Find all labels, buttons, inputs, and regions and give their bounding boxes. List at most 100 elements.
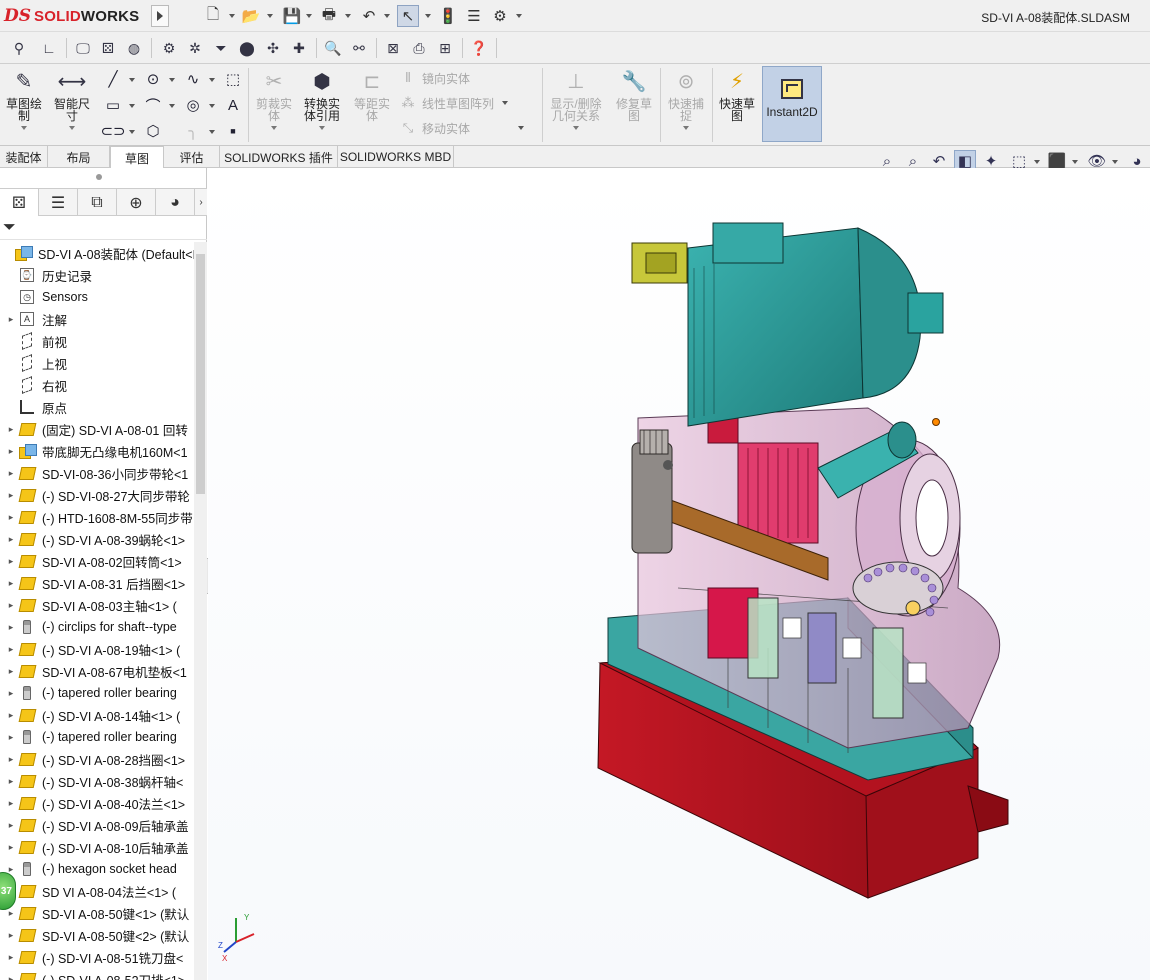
more-tabs-icon[interactable]: › [195, 189, 207, 216]
tree-item[interactable]: ▸ (-) circlips for shaft--type [0, 616, 194, 638]
trim-button[interactable]: ✂ 剪裁实体 [252, 68, 296, 144]
expand-arrow-icon[interactable]: ▸ [4, 820, 18, 831]
hide-show-dropdown-icon[interactable] [1112, 160, 1118, 164]
quick-snaps-dropdown-icon[interactable] [683, 126, 689, 130]
open-dropdown-icon[interactable] [267, 14, 273, 18]
select-dropdown-icon[interactable] [425, 14, 431, 18]
tree-item[interactable]: ▸ SD-VI A-08-31 后挡圈<1> [0, 572, 194, 594]
tree-item[interactable]: ▸ (固定) SD-VI A-08-01 回转 [0, 418, 194, 440]
smart-dimension-button[interactable]: ⟷ 智能尺寸 [48, 68, 96, 144]
spline-dropdown-icon[interactable] [209, 78, 215, 82]
dimxpert-tab-icon[interactable]: ⊕ [117, 189, 156, 216]
tree-item[interactable]: ▸ (-) SD-VI-08-27大同步带轮 [0, 484, 194, 506]
line-icon[interactable]: ╱ [102, 68, 124, 90]
tab-layout[interactable]: 布局 [48, 146, 110, 168]
tree-item[interactable]: ▸ SD-VI A-08-03主轴<1> ( [0, 594, 194, 616]
bearing-block-3[interactable] [872, 627, 904, 719]
sensor-bracket-inner[interactable] [645, 252, 677, 274]
slot-dropdown-icon[interactable] [129, 130, 135, 134]
tree-item[interactable]: ▸ (-) SD-VI A-08-40法兰<1> [0, 792, 194, 814]
sketch-dropdown-icon[interactable] [21, 126, 27, 130]
tree-item[interactable]: ▸ A 注解 [0, 308, 194, 330]
display-style-dropdown-icon[interactable] [1072, 160, 1078, 164]
tree-item[interactable]: ▸ (-) tapered roller bearing [0, 726, 194, 748]
fillet-dropdown-icon[interactable] [209, 130, 215, 134]
motor-terminal-box[interactable] [712, 222, 784, 264]
funnel-icon[interactable]: ⏷ [210, 37, 232, 59]
display-icon[interactable]: 🖵 [72, 37, 94, 59]
new-document-icon[interactable]: 🗋 [202, 5, 224, 27]
slot-icon[interactable]: ⊂⊃ [100, 120, 125, 142]
tree-item[interactable]: ▸ SD-VI A-08-50键<2> (默认 [0, 924, 194, 946]
tree-item[interactable]: ▸ (-) SD-VI A-08-19轴<1> ( [0, 638, 194, 660]
filter-funnel-icon[interactable]: ⏷ [3, 219, 16, 237]
tree-item[interactable]: ▸ (-) SD-VI A-08-14轴<1> ( [0, 704, 194, 726]
arc-dropdown-icon[interactable] [169, 104, 175, 108]
tree-item[interactable]: ▸ 带底脚无凸缘电机160M<1 [0, 440, 194, 462]
expand-arrow-icon[interactable]: ▸ [4, 776, 18, 787]
panel-grip-icon[interactable] [96, 174, 102, 180]
binoculars-icon[interactable]: ⚯ [348, 37, 370, 59]
tree-item[interactable]: 前视 [0, 330, 194, 352]
cutter-center-hole[interactable] [905, 600, 921, 616]
tree-item[interactable]: ▸ (-) tapered roller bearing [0, 682, 194, 704]
tree-item[interactable]: ▸ (-) SD-VI A-08-10后轴承盖 [0, 836, 194, 858]
tab-solidworks-addins[interactable]: SOLIDWORKS 插件 [220, 146, 338, 168]
tree-item[interactable]: ▸ (-) HTD-1608-8M-55同步带 [0, 506, 194, 528]
tab-sketch[interactable]: 草图 [110, 146, 164, 169]
save-icon[interactable]: 💾 [281, 5, 303, 27]
quick-snaps-button[interactable]: ⊚ 快速捕捉 [664, 68, 708, 144]
repair-sketch-button[interactable]: 🔧 修复草图 [612, 68, 656, 144]
pulley-flange[interactable] [631, 442, 673, 554]
expand-arrow-icon[interactable]: ▸ [4, 644, 18, 655]
bearing-block-2[interactable] [807, 612, 837, 684]
drum-flange-hole[interactable] [915, 479, 949, 557]
tree-item[interactable]: SD-VI A-08装配体 (Default<D [0, 242, 194, 264]
expand-arrow-icon[interactable]: ▸ [4, 600, 18, 611]
save-dropdown-icon[interactable] [306, 14, 312, 18]
rapid-sketch-button[interactable]: ⚡ 快速草图 [715, 68, 759, 144]
gear-part-icon[interactable]: ✲ [184, 37, 206, 59]
mirror-entities-button[interactable]: ⫴ 镜向实体 [398, 68, 470, 88]
expand-arrow-icon[interactable]: ▸ [4, 930, 18, 941]
tree-scrollbar-thumb[interactable] [196, 254, 205, 494]
sketch-button[interactable]: ✎ 草图绘制 [2, 68, 46, 144]
screenshot-icon[interactable]: ⊞ [434, 37, 456, 59]
bearing-block-1[interactable] [747, 597, 779, 679]
help-book-icon[interactable]: ❓ [468, 37, 490, 59]
expand-arrow-icon[interactable]: ▸ [4, 468, 18, 479]
tree-item[interactable]: ▸ (-) SD-VI A-08-38蜗杆轴< [0, 770, 194, 792]
options-dropdown-icon[interactable] [516, 14, 522, 18]
expand-arrow-icon[interactable]: ▸ [4, 512, 18, 523]
move-entities-button[interactable]: ⤡ 移动实体 [398, 118, 525, 138]
expand-arrow-icon[interactable]: ▸ [4, 666, 18, 677]
mate-icon[interactable]: ⚲ [8, 37, 30, 59]
smart-dimension-dropdown-icon[interactable] [69, 126, 75, 130]
tree-scrollbar[interactable] [194, 242, 207, 980]
measure-icon[interactable]: ✣ [262, 37, 284, 59]
tree-item[interactable]: ▸ (-) SD-VI A-08-28挡圈<1> [0, 748, 194, 770]
tree-item[interactable]: ▸ (-) SD-VI A-08-51铣刀盘< [0, 946, 194, 968]
location-pin-icon[interactable]: ⬤ [236, 37, 258, 59]
text-icon[interactable]: A [222, 94, 244, 116]
print-icon[interactable]: 🖶 [318, 5, 340, 27]
expand-arrow-icon[interactable]: ▸ [4, 798, 18, 809]
expand-arrow-icon[interactable]: ▸ [4, 534, 18, 545]
ellipse-icon[interactable]: ◎ [182, 94, 204, 116]
tree-item[interactable]: 右视 [0, 374, 194, 396]
graphics-area[interactable] [208, 168, 1150, 980]
instant2d-button[interactable]: Instant2D [762, 66, 822, 142]
expand-arrow-icon[interactable]: ▸ [4, 754, 18, 765]
open-folder-icon[interactable]: 📂 [240, 5, 262, 27]
assembly-model[interactable] [208, 168, 1150, 980]
expand-arrow-icon[interactable]: ▸ [4, 424, 18, 435]
options-gear-icon[interactable]: ⚙ [489, 5, 511, 27]
expand-arrow-icon[interactable]: ▸ [4, 688, 18, 699]
polygon-icon[interactable]: ⬡ [142, 120, 164, 142]
selection-point[interactable] [932, 418, 940, 426]
rectangle-dropdown-icon[interactable] [129, 104, 135, 108]
motor-fan-cover[interactable] [907, 292, 944, 334]
solidworks-logo[interactable]: DS SOLIDWORKS [4, 5, 146, 27]
move-dropdown-icon[interactable] [518, 126, 525, 130]
assembly-cross-icon[interactable]: ✚ [288, 37, 310, 59]
